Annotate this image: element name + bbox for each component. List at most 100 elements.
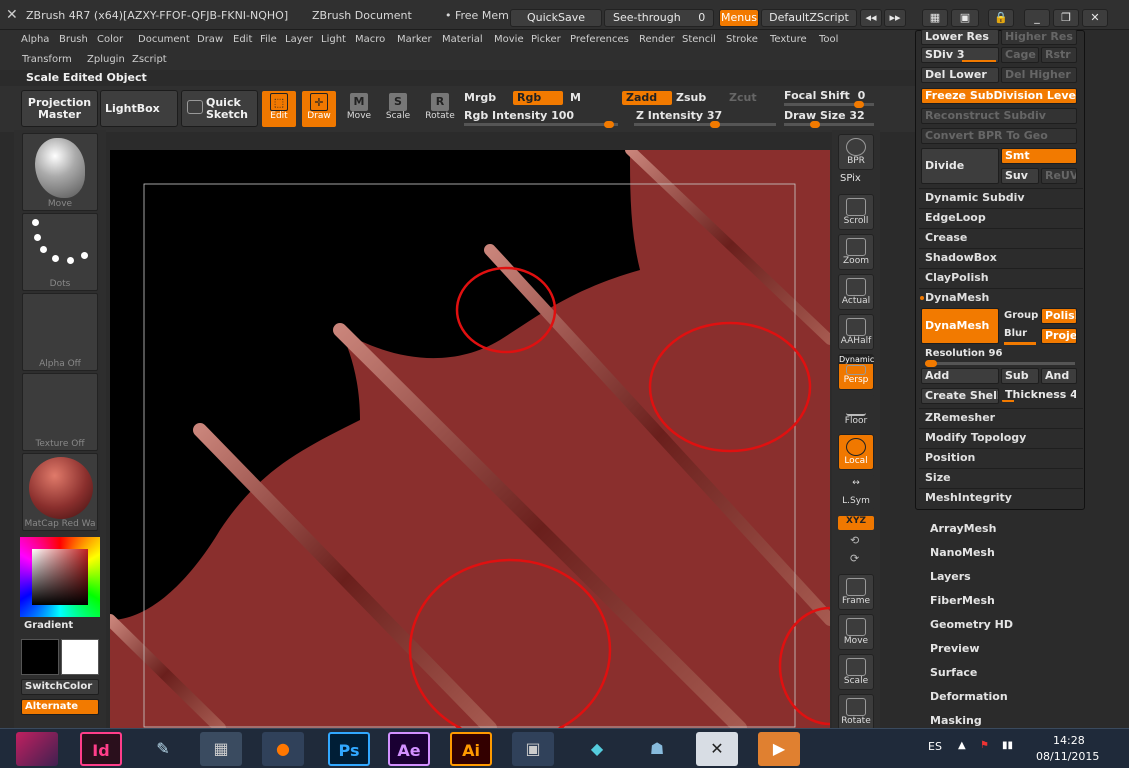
zoom-button[interactable]: Zoom (838, 234, 874, 270)
signal-icon[interactable]: ▮▮ (1002, 740, 1013, 751)
meshintegrity-row[interactable]: MeshIntegrity (919, 488, 1083, 506)
layers-item[interactable]: Layers (930, 570, 971, 583)
close-icon[interactable]: ✕ (1082, 9, 1108, 27)
focal-shift-label[interactable]: Focal Shift 0 (784, 89, 865, 102)
mrgb-button[interactable]: Mrgb (464, 91, 496, 104)
alpha-slot[interactable]: Alpha Off (22, 293, 98, 371)
scale-button[interactable]: S Scale (381, 91, 415, 127)
and-button[interactable]: And (1041, 368, 1077, 384)
spix-label[interactable]: SPix (840, 173, 861, 184)
geometry-hd-item[interactable]: Geometry HD (930, 618, 1013, 631)
lsym-button[interactable]: ↔ L.Sym (838, 474, 874, 510)
fibermesh-item[interactable]: FiberMesh (930, 594, 995, 607)
zsub-button[interactable]: Zsub (676, 91, 706, 104)
lower-res-button[interactable]: Lower Res (921, 29, 999, 45)
layout-icon[interactable]: ▦ (922, 9, 948, 27)
position-row[interactable]: Position (919, 448, 1083, 466)
del-lower-button[interactable]: Del Lower (921, 67, 999, 83)
indesign-icon[interactable]: Id (80, 732, 122, 766)
stroke-slot[interactable]: Dots (22, 213, 98, 291)
claypolish-row[interactable]: ClayPolish (919, 268, 1083, 286)
menu-draw[interactable]: Draw (197, 34, 223, 45)
m-button[interactable]: M (570, 91, 581, 104)
menu-zplugin[interactable]: Zplugin (87, 54, 125, 65)
texture-slot[interactable]: Texture Off (22, 373, 98, 451)
suv-button[interactable]: Suv (1001, 168, 1039, 184)
smt-button[interactable]: Smt (1001, 148, 1077, 164)
menu-render[interactable]: Render (639, 34, 675, 45)
menu-document[interactable]: Document (138, 34, 190, 45)
default-zscript-button[interactable]: DefaultZScript (761, 9, 857, 27)
menu-stroke[interactable]: Stroke (726, 34, 758, 45)
dynamesh-button[interactable]: DynaMesh (921, 308, 999, 344)
draw-size-label[interactable]: Draw Size 32 (784, 109, 865, 122)
scroll-left-icon[interactable]: ◂◂ (860, 9, 882, 27)
shadowbox-row[interactable]: ShadowBox (919, 248, 1083, 266)
see-through-slider[interactable]: See-through 0 (604, 9, 714, 27)
illustrator-icon[interactable]: Ai (450, 732, 492, 766)
arraymesh-item[interactable]: ArrayMesh (930, 522, 996, 535)
sub-button[interactable]: Sub (1001, 368, 1039, 384)
after-effects-icon[interactable]: Ae (388, 732, 430, 766)
menu-preferences[interactable]: Preferences (570, 34, 629, 45)
alternate-button[interactable]: Alternate (21, 699, 99, 715)
crease-row[interactable]: Crease (919, 228, 1083, 246)
menu-light[interactable]: Light (321, 34, 346, 45)
rstr-button[interactable]: Rstr (1041, 47, 1077, 63)
menu-brush[interactable]: Brush (59, 34, 88, 45)
layout-alt-icon[interactable]: ▣ (951, 9, 979, 27)
menu-material[interactable]: Material (442, 34, 483, 45)
resolution-slider[interactable] (925, 360, 1075, 367)
thickness-slider[interactable]: Thickness 4 (1001, 387, 1077, 403)
focal-shift-slider[interactable] (784, 101, 874, 108)
zadd-button[interactable]: Zadd (622, 91, 672, 105)
monitor-icon[interactable]: ▣ (512, 732, 554, 766)
menu-movie[interactable]: Movie (494, 34, 524, 45)
modify-topology-row[interactable]: Modify Topology (919, 428, 1083, 446)
menu-zscript[interactable]: Zscript (132, 54, 167, 65)
cage-button[interactable]: Cage (1001, 47, 1039, 63)
dynamesh-header[interactable]: DynaMesh (919, 288, 1083, 306)
menu-tool[interactable]: Tool (819, 34, 838, 45)
menu-macro[interactable]: Macro (355, 34, 385, 45)
clock-time[interactable]: 14:28 (1053, 734, 1085, 747)
menu-file[interactable]: File (260, 34, 277, 45)
secondary-color-swatch[interactable] (61, 639, 99, 675)
preview-item[interactable]: Preview (930, 642, 980, 655)
start-icon[interactable] (16, 732, 58, 766)
zremesher-row[interactable]: ZRemesher (919, 408, 1083, 426)
menu-edit[interactable]: Edit (233, 34, 252, 45)
menus-button[interactable]: Menus (719, 9, 759, 27)
floor-button[interactable]: Floor (838, 394, 874, 430)
rotate-z-icon[interactable]: ⟳ (850, 552, 859, 565)
freeze-subdivision-button[interactable]: Freeze SubDivision Levels (921, 88, 1077, 104)
move-view-button[interactable]: Move (838, 614, 874, 650)
create-shell-button[interactable]: Create Shell (921, 388, 999, 404)
blur-label[interactable]: Blur (1004, 328, 1027, 339)
aahalf-button[interactable]: AAHalf (838, 314, 874, 350)
scale-view-button[interactable]: Scale (838, 654, 874, 690)
menu-picker[interactable]: Picker (531, 34, 561, 45)
scroll-right-icon[interactable]: ▸▸ (884, 9, 906, 27)
rotate-y-icon[interactable]: ⟲ (850, 534, 859, 547)
menu-alpha[interactable]: Alpha (21, 34, 49, 45)
projection-master-button[interactable]: Projection Master (21, 90, 98, 127)
masking-item[interactable]: Masking (930, 714, 982, 727)
z-intensity-slider[interactable] (634, 121, 776, 128)
lock-icon[interactable]: 🔒 (988, 9, 1014, 27)
color-picker-square[interactable] (32, 549, 88, 605)
edgeloop-row[interactable]: EdgeLoop (919, 208, 1083, 226)
tray-arrow-icon[interactable]: ▲ (958, 740, 966, 751)
local-button[interactable]: Local (838, 434, 874, 470)
actual-button[interactable]: Actual (838, 274, 874, 310)
quicksave-button[interactable]: QuickSave (510, 9, 602, 27)
minimize-icon[interactable]: _ (1024, 9, 1050, 27)
reuv-button[interactable]: ReUV (1041, 168, 1077, 184)
language-indicator[interactable]: ES (928, 740, 942, 753)
menu-transform[interactable]: Transform (22, 54, 72, 65)
photoshop-icon[interactable]: Ps (328, 732, 370, 766)
quick-sketch-button[interactable]: Quick Sketch (181, 90, 258, 127)
edit-button[interactable]: ⬚ Edit (262, 91, 296, 127)
menu-color[interactable]: Color (97, 34, 123, 45)
sdiv-slider[interactable]: SDiv 3 (921, 47, 999, 63)
